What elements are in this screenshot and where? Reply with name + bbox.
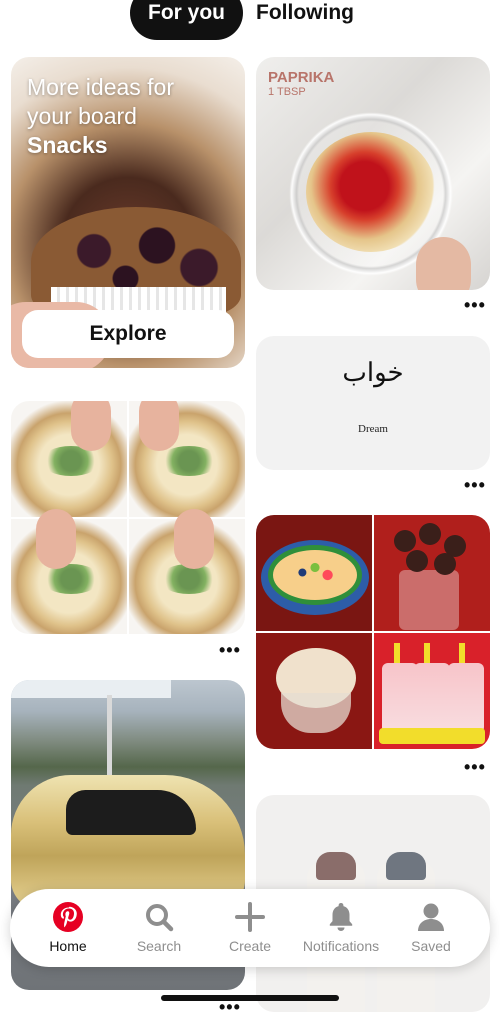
board-suggestion-line1: More ideas for <box>27 74 175 100</box>
board-suggestion-text: More ideas for your board Snacks <box>27 73 174 160</box>
bell-icon <box>329 903 353 931</box>
nav-home[interactable]: Home <box>23 889 113 967</box>
dessert-pin[interactable] <box>256 515 490 749</box>
watermelon-pizza-image <box>256 515 372 631</box>
home-indicator <box>161 995 339 1001</box>
nav-saved[interactable]: Saved <box>386 889 476 967</box>
quesadilla-image <box>11 509 127 634</box>
explore-button[interactable]: Explore <box>22 310 234 358</box>
nav-home-label: Home <box>49 938 87 954</box>
plus-icon <box>235 902 265 932</box>
quesadilla-image <box>129 401 245 517</box>
board-suggestion-line2: your board <box>27 103 137 129</box>
more-options-icon[interactable]: ••• <box>464 296 486 314</box>
nav-search[interactable]: Search <box>114 889 204 967</box>
bottom-navigation: Home Search Create Notifications Saved <box>10 889 490 967</box>
more-options-icon[interactable]: ••• <box>464 758 486 776</box>
dream-urdu-text: خواب <box>342 358 404 388</box>
board-suggestion-pin[interactable]: More ideas for your board Snacks Explore <box>11 57 245 368</box>
feed-tabs: For you Following <box>0 0 500 44</box>
paprika-amount: 1 TBSP <box>268 86 306 98</box>
popsicles-image <box>374 633 490 749</box>
nav-saved-label: Saved <box>411 938 451 954</box>
nav-create-label: Create <box>228 938 272 954</box>
ice-cream-image <box>256 633 372 749</box>
canopy-image <box>11 680 171 698</box>
nav-search-label: Search <box>136 938 182 954</box>
quesadilla-image <box>11 401 127 517</box>
hand-image <box>416 237 471 290</box>
nav-create[interactable]: Create <box>205 889 295 967</box>
car-windshield-image <box>66 790 196 835</box>
paprika-title: PAPRIKA <box>268 69 335 86</box>
tab-following[interactable]: Following <box>256 0 354 28</box>
board-name: Snacks <box>27 132 108 158</box>
profile-icon <box>418 903 444 931</box>
dream-english-text: Dream <box>358 423 388 435</box>
pinterest-logo-icon <box>53 902 83 932</box>
nav-notifications[interactable]: Notifications <box>296 889 386 967</box>
search-icon <box>146 904 174 932</box>
tab-for-you-label: For you <box>148 1 225 24</box>
quesadilla-image <box>129 509 245 634</box>
paprika-pin[interactable]: PAPRIKA 1 TBSP <box>256 57 490 290</box>
more-options-icon[interactable]: ••• <box>219 998 241 1012</box>
more-options-icon[interactable]: ••• <box>219 641 241 659</box>
more-options-icon[interactable]: ••• <box>464 476 486 494</box>
tab-for-you[interactable]: For you <box>130 0 243 40</box>
nav-notifications-label: Notifications <box>302 938 380 954</box>
quesadilla-pin[interactable] <box>11 401 245 634</box>
dream-pin[interactable]: خواب Dream <box>256 336 490 470</box>
potato-wedges-image <box>306 132 436 252</box>
cake-pops-image <box>374 515 490 631</box>
